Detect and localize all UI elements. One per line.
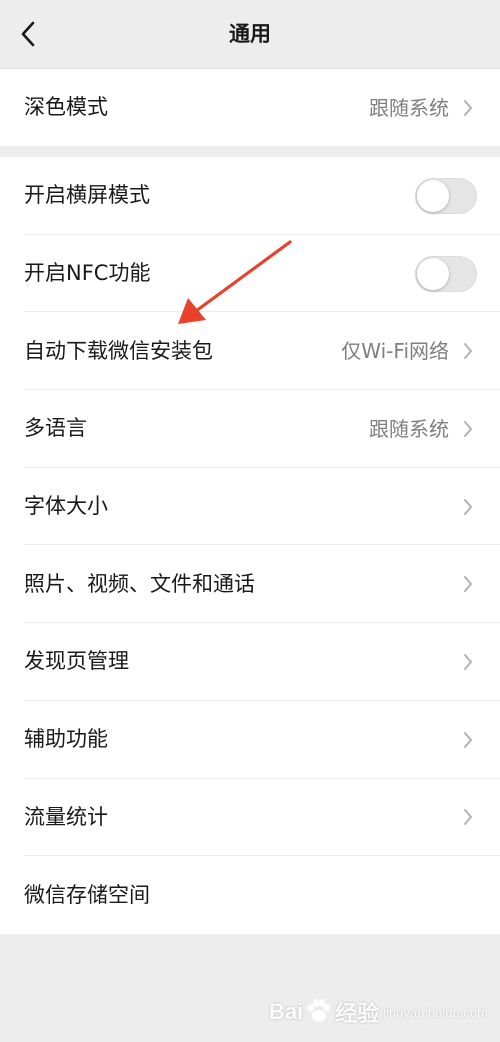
row-value: 跟随系统 xyxy=(369,95,449,120)
row-data-usage[interactable]: 流量统计 xyxy=(0,779,500,857)
row-font-size[interactable]: 字体大小 xyxy=(0,468,500,546)
chevron-right-icon xyxy=(462,730,474,750)
row-label: 照片、视频、文件和通话 xyxy=(24,571,255,596)
row-auto-download[interactable]: 自动下载微信安装包 仅Wi-Fi网络 xyxy=(0,312,500,391)
row-language[interactable]: 多语言 跟随系统 xyxy=(0,390,500,468)
row-label: 开启NFC功能 xyxy=(24,261,151,286)
row-nfc: 开启NFC功能 xyxy=(0,235,500,313)
nav-bar: 通用 xyxy=(0,0,500,69)
row-label: 辅助功能 xyxy=(24,727,108,752)
chevron-right-icon xyxy=(462,574,474,594)
row-label: 微信存储空间 xyxy=(24,882,150,907)
row-dark-mode[interactable]: 深色模式 跟随系统 xyxy=(0,69,500,146)
row-accessibility[interactable]: 辅助功能 xyxy=(0,701,500,779)
row-label: 字体大小 xyxy=(24,494,108,519)
settings-group-general: 开启横屏模式 开启NFC功能 自动下载微信安装包 仅Wi-Fi网络 多语言 跟随… xyxy=(0,157,500,934)
row-value: 仅Wi-Fi网络 xyxy=(341,339,449,364)
toggle-knob xyxy=(417,179,449,212)
row-storage[interactable]: 微信存储空间 xyxy=(0,856,500,934)
row-label: 开启横屏模式 xyxy=(24,183,150,208)
row-discover-management[interactable]: 发现页管理 xyxy=(0,623,500,701)
row-media-calls[interactable]: 照片、视频、文件和通话 xyxy=(0,545,500,624)
chevron-right-icon xyxy=(462,652,474,672)
chevron-right-icon xyxy=(462,341,474,361)
landscape-toggle[interactable] xyxy=(415,177,477,214)
chevron-right-icon xyxy=(462,419,474,439)
row-label: 发现页管理 xyxy=(24,649,129,674)
settings-group-display: 深色模式 跟随系统 xyxy=(0,69,500,146)
chevron-right-icon xyxy=(462,98,474,118)
page-title: 通用 xyxy=(229,22,271,46)
chevron-right-icon xyxy=(462,807,474,827)
row-label: 自动下载微信安装包 xyxy=(24,338,213,363)
watermark-brand-left: Bai xyxy=(268,999,304,1024)
row-landscape-mode: 开启横屏模式 xyxy=(0,157,500,235)
row-value: 跟随系统 xyxy=(369,416,449,441)
watermark-url: jingyan.baidu.com xyxy=(383,1004,488,1020)
row-label: 流量统计 xyxy=(24,804,108,829)
toggle-knob xyxy=(417,257,449,290)
paw-logo-icon xyxy=(308,999,331,1022)
row-label: 多语言 xyxy=(24,416,87,441)
chevron-right-icon xyxy=(462,497,474,517)
baidu-watermark: Bai 经验 jingyan.baidu.com xyxy=(269,996,488,1028)
watermark-brand-right: 经验 xyxy=(335,1001,380,1026)
row-label: 深色模式 xyxy=(24,95,108,119)
nfc-toggle[interactable] xyxy=(415,255,477,292)
